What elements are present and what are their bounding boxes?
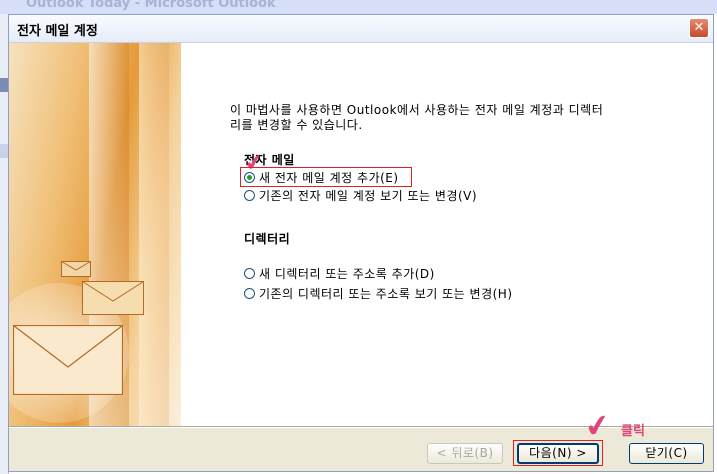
back-button[interactable]: < 뒤로(B) bbox=[427, 443, 503, 464]
dialog-titlebar[interactable]: 전자 메일 계정 ✕ bbox=[9, 15, 713, 43]
dialog-content: 이 마법사를 사용하면 Outlook에서 사용하는 전자 메일 계정과 디렉터… bbox=[9, 43, 713, 426]
radio-label[interactable]: 새 디렉터리 또는 주소록 추가(D) bbox=[259, 265, 435, 282]
background-window-titlebar: Outlook Today - Microsoft Outlook bbox=[0, 0, 717, 14]
radio-selected-icon[interactable] bbox=[244, 171, 255, 183]
radio-add-email-account[interactable]: 새 전자 메일 계정 추가(E) bbox=[244, 169, 399, 185]
radio-view-directories[interactable]: 기존의 디렉터리 또는 주소록 보기 또는 변경(H) bbox=[244, 285, 513, 301]
close-dialog-button[interactable]: 닫기(C) bbox=[629, 443, 704, 464]
radio-add-directory[interactable]: 새 디렉터리 또는 주소록 추가(D) bbox=[244, 265, 435, 281]
background-window-title: Outlook Today - Microsoft Outlook bbox=[26, 0, 276, 11]
radio-label[interactable]: 기존의 디렉터리 또는 주소록 보기 또는 변경(H) bbox=[259, 285, 513, 302]
radio-unselected-icon[interactable] bbox=[244, 267, 255, 279]
radio-unselected-icon[interactable] bbox=[244, 287, 255, 299]
envelope-icon bbox=[82, 281, 144, 315]
radio-view-email-accounts[interactable]: 기존의 전자 메일 계정 보기 또는 변경(V) bbox=[244, 187, 477, 203]
directory-section-heading: 디렉터리 bbox=[244, 232, 291, 246]
wizard-intro-text: 이 마법사를 사용하면 Outlook에서 사용하는 전자 메일 계정과 디렉터… bbox=[230, 103, 604, 132]
envelope-icon bbox=[61, 261, 91, 277]
background-sidebar-button bbox=[0, 144, 8, 158]
radio-label[interactable]: 기존의 전자 메일 계정 보기 또는 변경(V) bbox=[259, 187, 477, 204]
close-button[interactable]: ✕ bbox=[689, 18, 709, 38]
email-accounts-dialog: 전자 메일 계정 ✕ 이 마법사를 사용하면 Outlook에서 사용하는 전자… bbox=[8, 14, 714, 472]
wizard-side-image bbox=[9, 43, 181, 426]
next-button[interactable]: 다음(N) > bbox=[517, 443, 599, 464]
annotation-click-label: 클릭 bbox=[621, 424, 645, 439]
dialog-title: 전자 메일 계정 bbox=[17, 24, 98, 39]
envelope-icon bbox=[13, 325, 123, 395]
radio-label[interactable]: 새 전자 메일 계정 추가(E) bbox=[259, 169, 399, 186]
close-icon: ✕ bbox=[693, 20, 705, 35]
background-sidebar-button bbox=[0, 78, 8, 92]
radio-unselected-icon[interactable] bbox=[244, 189, 255, 201]
